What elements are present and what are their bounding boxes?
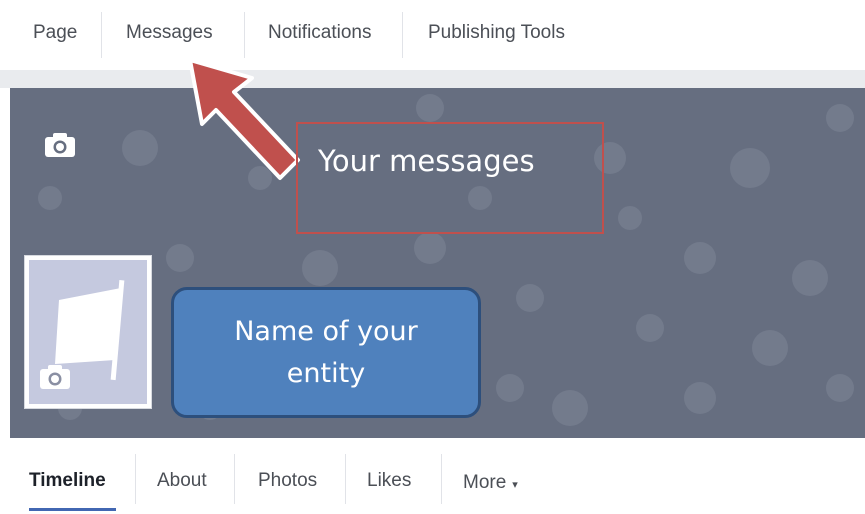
tab-timeline[interactable]: Timeline [29,470,106,492]
divider [345,454,346,504]
tab-about[interactable]: About [157,470,207,492]
entity-name-line2: entity [286,357,366,389]
messages-callout-text: Your messages [318,144,535,178]
divider [135,454,136,504]
tab-notifications[interactable]: Notifications [268,22,372,44]
timeline-tabs: Timeline About Photos Likes More ▾ [0,440,865,514]
divider [441,454,442,504]
profile-placeholder [29,260,147,404]
profile-picture[interactable] [24,255,152,409]
camera-icon[interactable] [44,132,76,158]
entity-name-callout: Name of your entity [171,287,481,418]
divider [101,12,102,58]
tab-photos[interactable]: Photos [258,470,317,492]
tab-publishing-tools[interactable]: Publishing Tools [428,22,565,44]
tab-more[interactable]: More ▾ [463,472,518,494]
entity-name-line1: Name of your [234,315,418,347]
messages-callout: Your messages [296,122,604,234]
divider [402,12,403,58]
caret-down-icon: ▾ [512,479,518,491]
tab-messages[interactable]: Messages [126,22,213,44]
camera-icon[interactable] [39,364,71,390]
tab-likes[interactable]: Likes [367,470,411,492]
page-top-nav: Page Messages Notifications Publishing T… [0,0,865,70]
tab-more-label: More [463,472,507,493]
nav-separator-strip [0,70,865,88]
active-tab-indicator [29,508,116,511]
divider [234,454,235,504]
tab-page[interactable]: Page [33,22,77,44]
